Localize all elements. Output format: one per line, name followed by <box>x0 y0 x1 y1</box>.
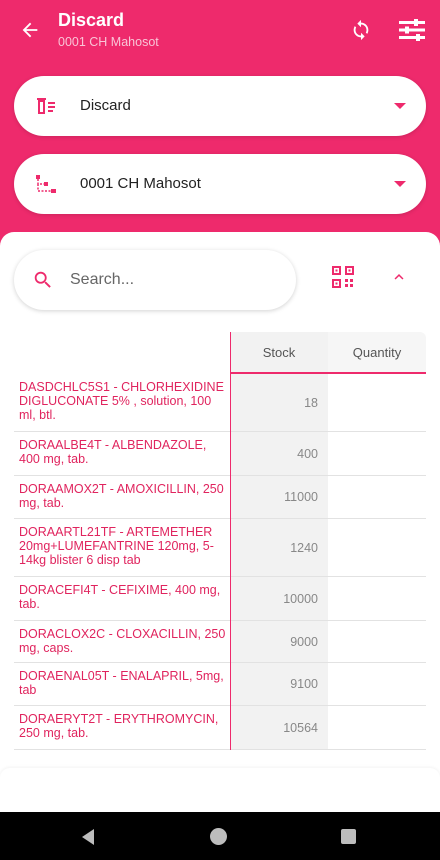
stock-cell: 10564 <box>230 706 328 749</box>
nav-home-icon[interactable] <box>210 828 227 845</box>
arrow-left-icon <box>22 22 38 38</box>
item-name: DORAAMOX2T - AMOXICILLIN, 250 mg, tab. <box>19 482 224 510</box>
table-row[interactable]: DORACEFI4T - CEFIXIME, 400 mg, tab. 1000… <box>14 577 426 621</box>
hierarchy-icon <box>36 175 56 193</box>
facility-label: 0001 CH Mahosot <box>80 175 201 192</box>
item-name: DORAARTL21TF - ARTEMETHER 20mg+LUMEFANTR… <box>19 525 214 567</box>
sliders-icon <box>399 19 425 41</box>
facility-select[interactable]: 0001 CH Mahosot <box>14 154 426 214</box>
filter-settings-button[interactable] <box>396 15 428 45</box>
discard-type-label: Discard <box>80 97 131 114</box>
quantity-input-cell[interactable] <box>328 663 426 705</box>
quantity-input-cell[interactable] <box>328 476 426 518</box>
column-header-quantity[interactable]: Quantity <box>328 332 426 374</box>
stock-cell: 11000 <box>230 476 328 518</box>
nav-recents-icon[interactable] <box>341 829 356 844</box>
qr-code-icon <box>332 266 354 288</box>
quantity-input-cell[interactable] <box>328 621 426 662</box>
sync-button[interactable] <box>346 15 376 45</box>
item-name: DORACEFI4T - CEFIXIME, 400 mg, tab. <box>19 583 221 611</box>
table-row[interactable]: DORACLOX2C - CLOXACILLIN, 250 mg, caps. … <box>14 621 426 663</box>
back-button[interactable] <box>14 14 46 46</box>
item-name: DORAALBE4T - ALBENDAZOLE, 400 mg, tab. <box>19 438 207 466</box>
search-bar[interactable] <box>14 250 296 310</box>
quantity-input-cell[interactable] <box>328 432 426 475</box>
stock-cell: 1240 <box>230 519 328 576</box>
stock-cell: 9100 <box>230 663 328 705</box>
items-table: Stock Quantity DASDCHLC5S1 - CHLORHEXIDI… <box>14 332 426 750</box>
table-row[interactable]: DORAAMOX2T - AMOXICILLIN, 250 mg, tab. 1… <box>14 476 426 519</box>
chevron-up-icon <box>394 274 404 280</box>
bottom-action-card <box>0 768 440 812</box>
page-subtitle: 0001 CH Mahosot <box>58 35 159 49</box>
table-divider <box>230 332 231 750</box>
stock-cell: 18 <box>230 374 328 431</box>
search-icon <box>34 271 51 288</box>
stock-cell: 9000 <box>230 621 328 662</box>
chevron-down-icon <box>394 103 406 109</box>
system-nav-bar <box>0 812 440 860</box>
quantity-input-cell[interactable] <box>328 706 426 749</box>
discard-type-select[interactable]: Discard <box>14 76 426 136</box>
discard-list-icon <box>37 98 55 114</box>
item-name: DORACLOX2C - CLOXACILLIN, 250 mg, caps. <box>19 627 226 655</box>
table-row[interactable]: DORAERYT2T - ERYTHROMYCIN, 250 mg, tab. … <box>14 706 426 750</box>
table-row[interactable]: DASDCHLC5S1 - CHLORHEXIDINE DIGLUCONATE … <box>14 374 426 432</box>
table-row[interactable]: DORAALBE4T - ALBENDAZOLE, 400 mg, tab. 4… <box>14 432 426 476</box>
stock-cell: 400 <box>230 432 328 475</box>
chevron-down-icon <box>394 181 406 187</box>
nav-back-icon[interactable] <box>82 829 94 845</box>
page-title: Discard <box>58 10 125 30</box>
item-name: DORAENAL05T - ENALAPRIL, 5mg, tab <box>19 669 224 697</box>
quantity-input-cell[interactable] <box>328 374 426 431</box>
search-input[interactable] <box>70 266 280 294</box>
quantity-input-cell[interactable] <box>328 519 426 576</box>
collapse-button[interactable] <box>386 264 412 290</box>
qr-scan-button[interactable] <box>330 264 356 290</box>
table-row[interactable]: DORAARTL21TF - ARTEMETHER 20mg+LUMEFANTR… <box>14 519 426 577</box>
table-row[interactable]: DORAENAL05T - ENALAPRIL, 5mg, tab 9100 <box>14 663 426 706</box>
stock-cell: 10000 <box>230 577 328 620</box>
quantity-input-cell[interactable] <box>328 577 426 620</box>
item-name: DASDCHLC5S1 - CHLORHEXIDINE DIGLUCONATE … <box>19 380 224 422</box>
table-header: Stock Quantity <box>14 332 426 374</box>
item-name: DORAERYT2T - ERYTHROMYCIN, 250 mg, tab. <box>19 712 219 740</box>
column-header-stock[interactable]: Stock <box>230 332 328 374</box>
sync-icon <box>353 19 369 41</box>
